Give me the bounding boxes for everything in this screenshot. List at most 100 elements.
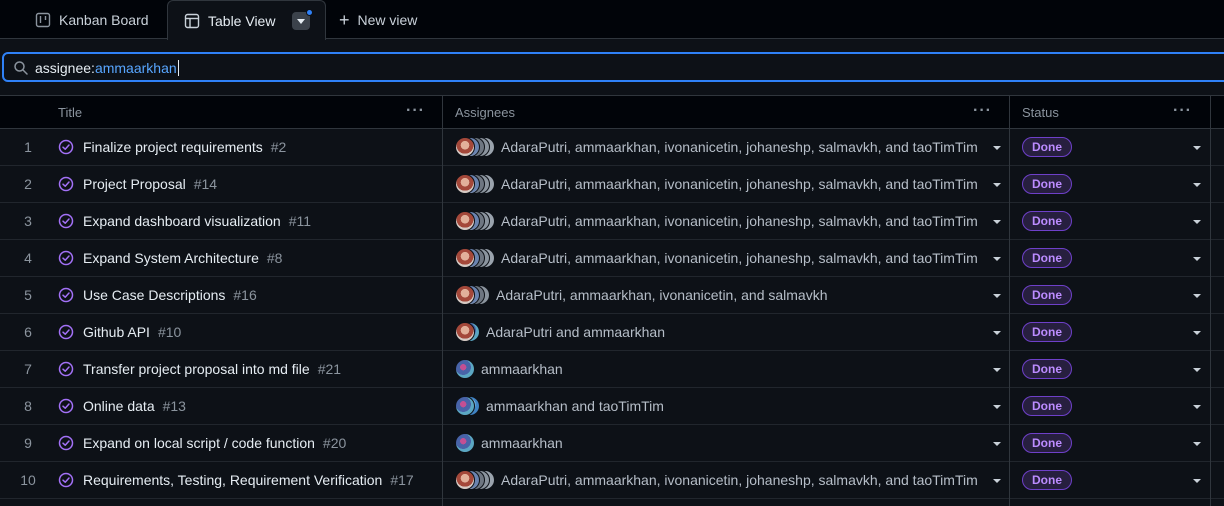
title-cell: Project Proposal #14 — [58, 166, 217, 202]
issue-closed-icon — [58, 213, 74, 229]
issue-title-link[interactable]: Requirements, Testing, Requirement Verif… — [83, 472, 382, 488]
issue-title-link[interactable]: Transfer project proposal into md file — [83, 361, 310, 377]
assignees-dropdown-icon[interactable] — [993, 220, 1001, 224]
column-assignees-menu-icon[interactable]: ··· — [973, 103, 992, 119]
avatar — [455, 322, 475, 342]
row-index: 10 — [20, 472, 36, 488]
assignees-dropdown-icon[interactable] — [993, 331, 1001, 335]
text-caret — [177, 60, 179, 76]
status-dropdown-icon[interactable] — [1193, 405, 1201, 409]
assignees-cell[interactable]: AdaraPutri, ammaarkhan, ivonanicetin, an… — [455, 277, 828, 313]
status-cell[interactable]: Done — [1022, 314, 1072, 350]
assignees-dropdown-icon[interactable] — [993, 368, 1001, 372]
assignees-cell[interactable]: AdaraPutri, ammaarkhan, ivonanicetin, jo… — [455, 166, 978, 202]
column-header-assignees[interactable]: Assignees — [455, 96, 515, 128]
assignees-dropdown-icon[interactable] — [993, 405, 1001, 409]
tab-kanban-board[interactable]: Kanban Board — [35, 0, 149, 39]
status-dropdown-icon[interactable] — [1193, 368, 1201, 372]
table-body: 1 Finalize project requirements #2 Adara… — [0, 129, 1224, 499]
assignees-dropdown-icon[interactable] — [993, 294, 1001, 298]
assignees-names: AdaraPutri, ammaarkhan, ivonanicetin, jo… — [501, 472, 978, 488]
avatar-stack — [455, 396, 480, 416]
column-divider[interactable] — [1210, 95, 1211, 506]
status-dropdown-icon[interactable] — [1193, 479, 1201, 483]
avatar — [455, 470, 475, 490]
status-dropdown-icon[interactable] — [1193, 442, 1201, 446]
column-header-title[interactable]: Title — [58, 96, 82, 128]
assignees-cell[interactable]: AdaraPutri, ammaarkhan, ivonanicetin, jo… — [455, 203, 978, 239]
column-header-status[interactable]: Status — [1022, 96, 1059, 128]
issue-title-link[interactable]: Expand on local script / code function — [83, 435, 315, 451]
filter-input[interactable]: assignee:ammaarkhan — [2, 52, 1224, 82]
table-icon — [184, 13, 200, 29]
table-row[interactable]: 6 Github API #10 AdaraPutri and ammaarkh… — [0, 314, 1224, 351]
filter-value: ammaarkhan — [94, 60, 177, 76]
status-dropdown-icon[interactable] — [1193, 146, 1201, 150]
column-title-menu-icon[interactable]: ··· — [406, 103, 425, 119]
table-row[interactable]: 10 Requirements, Testing, Requirement Ve… — [0, 462, 1224, 499]
assignees-cell[interactable]: AdaraPutri, ammaarkhan, ivonanicetin, jo… — [455, 129, 978, 165]
table-row[interactable]: 7 Transfer project proposal into md file… — [0, 351, 1224, 388]
status-dropdown-icon[interactable] — [1193, 294, 1201, 298]
assignees-cell[interactable]: AdaraPutri, ammaarkhan, ivonanicetin, jo… — [455, 240, 978, 276]
status-dropdown-icon[interactable] — [1193, 183, 1201, 187]
status-cell[interactable]: Done — [1022, 240, 1072, 276]
status-cell[interactable]: Done — [1022, 129, 1072, 165]
status-badge: Done — [1022, 470, 1072, 490]
issue-title-link[interactable]: Github API — [83, 324, 150, 340]
view-options-dropdown[interactable] — [292, 9, 313, 30]
issue-title-link[interactable]: Online data — [83, 398, 155, 414]
assignees-dropdown-icon[interactable] — [993, 257, 1001, 261]
row-index: 6 — [24, 324, 32, 340]
status-badge: Done — [1022, 285, 1072, 305]
issue-title-link[interactable]: Expand dashboard visualization — [83, 213, 281, 229]
assignees-dropdown-icon[interactable] — [993, 479, 1001, 483]
status-cell[interactable]: Done — [1022, 277, 1072, 313]
issue-title-link[interactable]: Finalize project requirements — [83, 139, 263, 155]
issue-title-link[interactable]: Expand System Architecture — [83, 250, 259, 266]
row-index: 8 — [24, 398, 32, 414]
title-cell: Finalize project requirements #2 — [58, 129, 286, 165]
plus-icon: + — [339, 9, 350, 30]
issue-title-link[interactable]: Use Case Descriptions — [83, 287, 225, 303]
assignees-cell[interactable]: ammaarkhan and taoTimTim — [455, 388, 664, 424]
status-dropdown-icon[interactable] — [1193, 257, 1201, 261]
title-cell: Use Case Descriptions #16 — [58, 277, 257, 313]
status-cell[interactable]: Done — [1022, 388, 1072, 424]
row-index: 5 — [24, 287, 32, 303]
assignees-dropdown-icon[interactable] — [993, 442, 1001, 446]
status-badge: Done — [1022, 174, 1072, 194]
issue-number: #16 — [233, 287, 257, 303]
assignees-cell[interactable]: ammaarkhan — [455, 425, 563, 461]
table-row[interactable]: 3 Expand dashboard visualization #11 Ada… — [0, 203, 1224, 240]
tab-table-view[interactable]: Table View — [167, 0, 326, 40]
status-cell[interactable]: Done — [1022, 166, 1072, 202]
table-row[interactable]: 5 Use Case Descriptions #16 AdaraPutri, … — [0, 277, 1224, 314]
table-row[interactable]: 2 Project Proposal #14 AdaraPutri, ammaa… — [0, 166, 1224, 203]
status-cell[interactable]: Done — [1022, 351, 1072, 387]
table-row[interactable]: 8 Online data #13 ammaarkhan and taoTimT… — [0, 388, 1224, 425]
status-cell[interactable]: Done — [1022, 425, 1072, 461]
column-divider[interactable] — [1009, 95, 1010, 506]
status-badge: Done — [1022, 359, 1072, 379]
new-view-button[interactable]: + New view — [339, 0, 417, 39]
table-row[interactable]: 9 Expand on local script / code function… — [0, 425, 1224, 462]
status-cell[interactable]: Done — [1022, 203, 1072, 239]
column-divider[interactable] — [442, 95, 443, 506]
assignees-dropdown-icon[interactable] — [993, 183, 1001, 187]
assignees-names: AdaraPutri and ammaarkhan — [486, 324, 665, 340]
status-badge: Done — [1022, 433, 1072, 453]
assignees-cell[interactable]: AdaraPutri, ammaarkhan, ivonanicetin, jo… — [455, 462, 978, 498]
assignees-cell[interactable]: AdaraPutri and ammaarkhan — [455, 314, 665, 350]
avatar-stack — [455, 359, 475, 379]
status-dropdown-icon[interactable] — [1193, 331, 1201, 335]
avatar-stack — [455, 322, 480, 342]
column-status-menu-icon[interactable]: ··· — [1173, 103, 1192, 119]
status-cell[interactable]: Done — [1022, 462, 1072, 498]
table-row[interactable]: 1 Finalize project requirements #2 Adara… — [0, 129, 1224, 166]
assignees-cell[interactable]: ammaarkhan — [455, 351, 563, 387]
status-dropdown-icon[interactable] — [1193, 220, 1201, 224]
issue-title-link[interactable]: Project Proposal — [83, 176, 186, 192]
table-row[interactable]: 4 Expand System Architecture #8 AdaraPut… — [0, 240, 1224, 277]
assignees-dropdown-icon[interactable] — [993, 146, 1001, 150]
